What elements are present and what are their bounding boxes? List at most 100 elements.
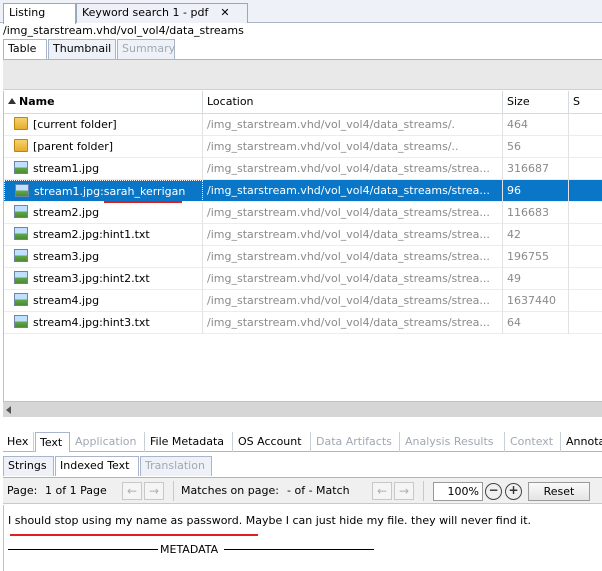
column-location[interactable]: Location — [203, 91, 503, 114]
tab-application: Application — [71, 432, 145, 452]
next-page-button[interactable]: → — [144, 482, 164, 500]
file-name: stream3.jpg:hint2.txt — [33, 272, 150, 285]
table-row[interactable]: [parent folder] /img_starstream.vhd/vol_… — [4, 136, 602, 158]
rule-left — [8, 549, 158, 550]
indexed-text-content: I should stop using my name as password.… — [8, 514, 532, 527]
cell-size: 96 — [503, 180, 569, 202]
cell-name: stream1.jpg — [4, 158, 203, 180]
matches-label: Matches on page: — [181, 484, 279, 497]
file-name: stream1.jpg — [33, 162, 100, 175]
cell-size: 196755 — [503, 246, 569, 268]
cell-s — [569, 180, 602, 202]
tab-summary: Summary — [117, 39, 175, 59]
table-row[interactable]: stream2.jpg:hint1.txt /img_starstream.vh… — [4, 224, 602, 246]
content-viewer-tabs: Hex Text Application File Metadata OS Ac… — [3, 432, 602, 452]
cell-s — [569, 224, 602, 246]
current-path: /img_starstream.vhd/vol_vol4/data_stream… — [3, 24, 244, 37]
tab-thumbnail[interactable]: Thumbnail — [48, 39, 116, 59]
table-row[interactable]: stream3.jpg:hint2.txt /img_starstream.vh… — [4, 268, 602, 290]
cell-s — [569, 312, 602, 334]
table-row-selected[interactable]: stream1.jpg:sarah_kerrigan /img_starstre… — [4, 180, 602, 202]
tab-text[interactable]: Text — [35, 432, 70, 452]
rule-right — [224, 549, 374, 550]
cell-s — [569, 114, 602, 136]
cell-location: /img_starstream.vhd/vol_vol4/data_stream… — [203, 158, 503, 180]
tab-strings[interactable]: Strings — [3, 456, 54, 476]
cell-s — [569, 246, 602, 268]
cell-location: /img_starstream.vhd/vol_vol4/data_stream… — [203, 136, 503, 158]
tab-indexed-text[interactable]: Indexed Text — [55, 456, 139, 476]
next-match-button[interactable]: → — [394, 482, 414, 500]
column-s[interactable]: S — [569, 91, 602, 114]
cell-size: 42 — [503, 224, 569, 246]
cell-location: /img_starstream.vhd/vol_vol4/data_stream… — [203, 290, 503, 312]
cell-location: /img_starstream.vhd/vol_vol4/data_stream… — [203, 202, 503, 224]
image-file-icon — [14, 271, 28, 284]
image-file-icon — [14, 205, 28, 218]
cell-location: /img_starstream.vhd/vol_vol4/data_stream… — [203, 312, 503, 334]
file-name: [parent folder] — [33, 140, 114, 153]
cell-name: stream4.jpg:hint3.txt — [4, 312, 203, 334]
column-name[interactable]: Name — [4, 91, 203, 114]
table-header: Name Location Size S — [4, 91, 602, 114]
image-file-icon — [14, 227, 28, 240]
metadata-separator: METADATA — [8, 543, 374, 557]
tab-annotations[interactable]: Annota — [562, 432, 602, 452]
cell-s — [569, 290, 602, 312]
zoom-out-icon[interactable]: − — [485, 483, 502, 500]
image-file-icon — [15, 184, 29, 197]
close-icon[interactable]: ✕ — [220, 6, 229, 19]
previous-page-button[interactable]: ← — [122, 482, 142, 500]
top-tab-bar: Listing Keyword search 1 - pdf ✕ — [0, 0, 602, 24]
previous-match-button[interactable]: ← — [372, 482, 392, 500]
file-name: stream2.jpg:hint1.txt — [33, 228, 150, 241]
tab-keyword-search-label: Keyword search 1 - pdf — [82, 6, 209, 19]
image-file-icon — [14, 161, 28, 174]
zoom-input[interactable]: 100% — [433, 482, 483, 501]
file-name: stream1.jpg:sarah_kerrigan — [34, 185, 186, 198]
file-name: stream3.jpg — [33, 250, 100, 263]
table-toolbar — [3, 60, 602, 90]
image-file-icon — [14, 293, 28, 306]
file-name: stream4.jpg:hint3.txt — [33, 316, 150, 329]
tab-context: Context — [506, 432, 561, 452]
cell-size: 116683 — [503, 202, 569, 224]
cell-name: stream3.jpg:hint2.txt — [4, 268, 203, 290]
reset-button[interactable]: Reset — [528, 482, 590, 501]
text-viewer[interactable]: I should stop using my name as password.… — [3, 505, 602, 571]
cell-s — [569, 202, 602, 224]
table-row[interactable]: stream2.jpg /img_starstream.vhd/vol_vol4… — [4, 202, 602, 224]
page-label: Page: — [7, 484, 38, 497]
cell-name: stream2.jpg:hint1.txt — [4, 224, 203, 246]
cell-size: 56 — [503, 136, 569, 158]
cell-location: /img_starstream.vhd/vol_vol4/data_stream… — [203, 268, 503, 290]
table-row[interactable]: [current folder] /img_starstream.vhd/vol… — [4, 114, 602, 136]
page-value: 1 of 1 Page — [45, 484, 107, 497]
table-row[interactable]: stream4.jpg:hint3.txt /img_starstream.vh… — [4, 312, 602, 334]
tab-keyword-search[interactable]: Keyword search 1 - pdf ✕ — [76, 3, 248, 23]
cell-name: stream3.jpg — [4, 246, 203, 268]
table-row[interactable]: stream4.jpg /img_starstream.vhd/vol_vol4… — [4, 290, 602, 312]
cell-name: stream2.jpg — [4, 202, 203, 224]
scroll-left-icon[interactable] — [6, 406, 11, 414]
table-row[interactable]: stream3.jpg /img_starstream.vhd/vol_vol4… — [4, 246, 602, 268]
cell-s — [569, 136, 602, 158]
panel-splitter[interactable] — [0, 417, 602, 432]
tab-table[interactable]: Table — [3, 39, 47, 59]
tab-os-account[interactable]: OS Account — [234, 432, 311, 452]
tab-listing[interactable]: Listing — [3, 3, 76, 24]
tab-translation: Translation — [140, 456, 212, 476]
column-name-label: Name — [19, 95, 55, 108]
cell-size: 316687 — [503, 158, 569, 180]
zoom-in-icon[interactable]: + — [505, 483, 522, 500]
tab-hex[interactable]: Hex — [3, 432, 34, 452]
cell-s — [569, 268, 602, 290]
cell-s — [569, 158, 602, 180]
matches-value: - of - Match — [287, 484, 350, 497]
cell-name: stream4.jpg — [4, 290, 203, 312]
tab-file-metadata[interactable]: File Metadata — [146, 432, 233, 452]
column-size[interactable]: Size — [503, 91, 569, 114]
table-row[interactable]: stream1.jpg /img_starstream.vhd/vol_vol4… — [4, 158, 602, 180]
horizontal-scrollbar[interactable] — [3, 401, 602, 417]
cell-size: 464 — [503, 114, 569, 136]
